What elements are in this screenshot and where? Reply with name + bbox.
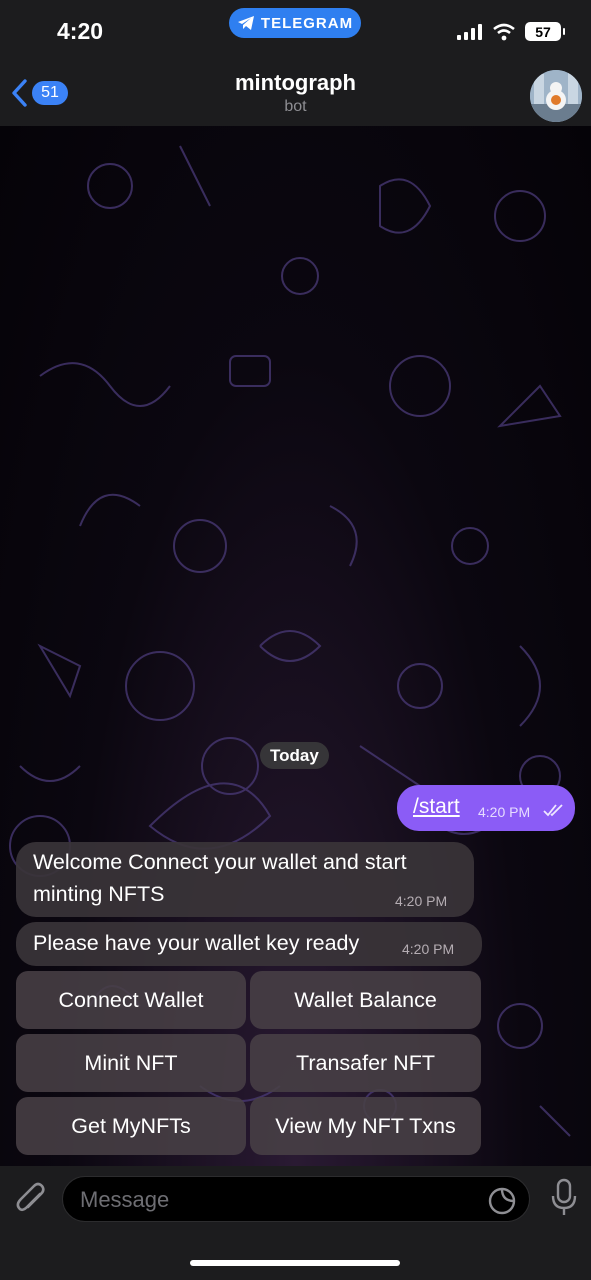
status-bar: 4:20 TELEGRAM 57: [0, 0, 591, 62]
status-icons: 57: [457, 22, 565, 41]
message-line: Please have your wallet key ready: [33, 931, 360, 955]
return-pill-label: TELEGRAM: [260, 14, 354, 32]
read-checkmarks-icon: [543, 804, 563, 817]
connect-wallet-button[interactable]: Connect Wallet: [16, 971, 246, 1029]
bot-avatar[interactable]: [530, 70, 582, 122]
message-time: 4:20 PM: [478, 804, 531, 820]
transfer-nft-button[interactable]: Transafer NFT: [250, 1034, 481, 1092]
sticker-icon[interactable]: [488, 1187, 516, 1215]
message-time: 4:20 PM: [395, 893, 448, 909]
chat-title-area[interactable]: mintograph bot: [0, 70, 591, 116]
message-input[interactable]: Message: [62, 1176, 530, 1222]
telegram-plane-icon: [237, 16, 254, 30]
incoming-message[interactable]: Welcome Connect your wallet and start mi…: [16, 842, 474, 917]
status-time: 4:20: [57, 18, 104, 44]
chat-title: mintograph: [235, 70, 356, 95]
chat-header: 51 mintograph bot: [0, 62, 591, 126]
return-to-telegram-pill[interactable]: TELEGRAM: [229, 8, 361, 38]
date-separator: Today: [260, 742, 329, 769]
message-line: Welcome Connect your wallet and start: [33, 850, 407, 874]
chat-subtitle: bot: [284, 98, 307, 115]
microphone-icon[interactable]: [551, 1178, 577, 1218]
cellular-signal-icon: [457, 23, 482, 40]
incoming-message[interactable]: Please have your wallet key ready 4:20 P…: [16, 922, 482, 966]
view-nft-txns-button[interactable]: View My NFT Txns: [250, 1097, 481, 1155]
paperclip-icon[interactable]: [14, 1180, 48, 1218]
message-composer: Message: [0, 1166, 591, 1280]
mint-nft-button[interactable]: Minit NFT: [16, 1034, 246, 1092]
wallet-balance-button[interactable]: Wallet Balance: [250, 971, 481, 1029]
avatar-image: [530, 70, 582, 122]
get-my-nfts-button[interactable]: Get MyNFTs: [16, 1097, 246, 1155]
message-placeholder: Message: [80, 1187, 170, 1212]
home-indicator[interactable]: [190, 1260, 400, 1266]
wifi-icon: [493, 23, 515, 40]
outgoing-message[interactable]: /start 4:20 PM: [397, 785, 575, 831]
battery-icon: 57: [525, 22, 565, 41]
command-link[interactable]: /start: [413, 795, 460, 819]
message-line: minting NFTS: [33, 882, 165, 906]
message-time: 4:20 PM: [402, 941, 455, 957]
